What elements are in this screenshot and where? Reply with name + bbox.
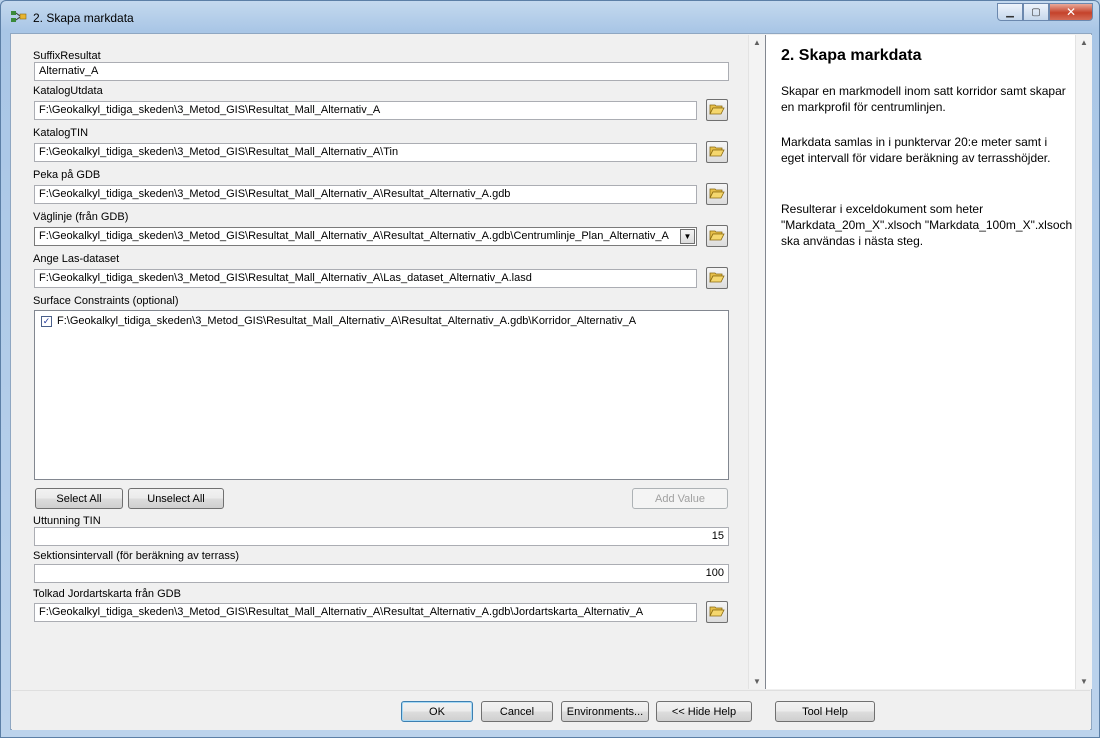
tool-dialog-window: 2. Skapa markdata ▁ ▢ ✕ SuffixResultat A… bbox=[0, 0, 1100, 738]
parameters-scrollbar[interactable]: ▲ ▼ bbox=[748, 35, 765, 689]
chevron-down-icon[interactable]: ▼ bbox=[680, 229, 695, 244]
scroll-down-icon[interactable]: ▼ bbox=[753, 677, 761, 686]
tool-help-button[interactable]: Tool Help bbox=[775, 701, 875, 722]
caption-buttons: ▁ ▢ ✕ bbox=[997, 3, 1093, 22]
las-dataset-input[interactable]: F:\Geokalkyl_tidiga_skeden\3_Metod_GIS\R… bbox=[34, 269, 697, 288]
help-scrollbar[interactable]: ▲ ▼ bbox=[1075, 35, 1092, 689]
folder-open-icon bbox=[709, 228, 725, 245]
veglinje-value: F:\Geokalkyl_tidiga_skeden\3_Metod_GIS\R… bbox=[39, 230, 669, 242]
window-title: 2. Skapa markdata bbox=[33, 11, 134, 25]
sektionsintervall-input[interactable]: 100 bbox=[34, 564, 729, 583]
help-title: 2. Skapa markdata bbox=[781, 47, 922, 64]
katalog-tin-browse-button[interactable] bbox=[706, 141, 728, 163]
peka-gdb-input[interactable]: F:\Geokalkyl_tidiga_skeden\3_Metod_GIS\R… bbox=[34, 185, 697, 204]
minimize-icon: ▁ bbox=[1006, 6, 1014, 18]
sektionsintervall-label: Sektionsintervall (för beräkning av terr… bbox=[33, 550, 240, 562]
list-item-label: F:\Geokalkyl_tidiga_skeden\3_Metod_GIS\R… bbox=[57, 315, 637, 327]
close-button[interactable]: ✕ bbox=[1049, 3, 1093, 21]
dialog-button-bar: OK Cancel Environments... << Hide Help T… bbox=[12, 690, 1090, 730]
ok-button[interactable]: OK bbox=[401, 701, 473, 722]
veglinje-browse-button[interactable] bbox=[706, 225, 728, 247]
folder-open-icon bbox=[709, 270, 725, 287]
las-dataset-browse-button[interactable] bbox=[706, 267, 728, 289]
jordartskarta-browse-button[interactable] bbox=[706, 601, 728, 623]
dialog-client: SuffixResultat Alternativ_A KatalogUtdat… bbox=[10, 33, 1092, 730]
maximize-button[interactable]: ▢ bbox=[1023, 3, 1049, 21]
hide-help-button[interactable]: << Hide Help bbox=[656, 701, 752, 722]
help-paragraph-3: Resulterar i exceldokument som heter "Ma… bbox=[781, 202, 1073, 248]
peka-gdb-label: Peka på GDB bbox=[33, 169, 101, 181]
katalog-utdata-browse-button[interactable] bbox=[706, 99, 728, 121]
surface-constraints-label: Surface Constraints (optional) bbox=[33, 295, 179, 307]
environments-button[interactable]: Environments... bbox=[561, 701, 649, 722]
scroll-up-icon[interactable]: ▲ bbox=[1080, 38, 1088, 47]
checkbox[interactable]: ✓ bbox=[41, 315, 52, 327]
model-tool-icon bbox=[11, 10, 27, 24]
add-value-button[interactable]: Add Value bbox=[632, 488, 728, 509]
scroll-up-icon[interactable]: ▲ bbox=[753, 38, 761, 47]
help-pane: 2. Skapa markdata Skapar en markmodell i… bbox=[765, 35, 1092, 689]
cancel-button[interactable]: Cancel bbox=[481, 701, 553, 722]
maximize-icon: ▢ bbox=[1031, 6, 1041, 18]
folder-open-icon bbox=[709, 144, 725, 161]
uttunning-input[interactable]: 15 bbox=[34, 527, 729, 546]
suffix-input[interactable]: Alternativ_A bbox=[34, 62, 729, 81]
peka-gdb-browse-button[interactable] bbox=[706, 183, 728, 205]
parameters-pane: SuffixResultat Alternativ_A KatalogUtdat… bbox=[12, 35, 765, 689]
las-dataset-label: Ange Las-dataset bbox=[33, 253, 120, 265]
list-item[interactable]: ✓ F:\Geokalkyl_tidiga_skeden\3_Metod_GIS… bbox=[41, 315, 636, 327]
scroll-down-icon[interactable]: ▼ bbox=[1080, 677, 1088, 686]
uttunning-label: Uttunning TIN bbox=[33, 515, 101, 527]
katalog-tin-input[interactable]: F:\Geokalkyl_tidiga_skeden\3_Metod_GIS\R… bbox=[34, 143, 697, 162]
close-icon: ✕ bbox=[1065, 5, 1077, 19]
help-paragraph-2: Markdata samlas in i punktervar 20:e met… bbox=[781, 135, 1051, 165]
surface-constraints-list[interactable]: ✓ F:\Geokalkyl_tidiga_skeden\3_Metod_GIS… bbox=[34, 310, 729, 480]
select-all-button[interactable]: Select All bbox=[35, 488, 123, 509]
folder-open-icon bbox=[709, 102, 725, 119]
jordartskarta-input[interactable]: F:\Geokalkyl_tidiga_skeden\3_Metod_GIS\R… bbox=[34, 603, 697, 622]
veglinje-combobox[interactable]: F:\Geokalkyl_tidiga_skeden\3_Metod_GIS\R… bbox=[34, 227, 697, 246]
katalog-tin-label: KatalogTIN bbox=[33, 127, 89, 139]
jordartskarta-label: Tolkad Jordartskarta från GDB bbox=[33, 588, 181, 600]
katalog-utdata-input[interactable]: F:\Geokalkyl_tidiga_skeden\3_Metod_GIS\R… bbox=[34, 101, 697, 120]
folder-open-icon bbox=[709, 186, 725, 203]
suffix-label: SuffixResultat bbox=[33, 50, 101, 62]
veglinje-label: Väglinje (från GDB) bbox=[33, 211, 129, 223]
title-bar[interactable]: 2. Skapa markdata ▁ ▢ ✕ bbox=[1, 1, 1099, 33]
katalog-utdata-label: KatalogUtdata bbox=[33, 85, 103, 97]
help-paragraph-1: Skapar en markmodell inom satt korridor … bbox=[781, 84, 1066, 114]
unselect-all-button[interactable]: Unselect All bbox=[128, 488, 224, 509]
folder-open-icon bbox=[709, 604, 725, 621]
minimize-button[interactable]: ▁ bbox=[997, 3, 1023, 21]
